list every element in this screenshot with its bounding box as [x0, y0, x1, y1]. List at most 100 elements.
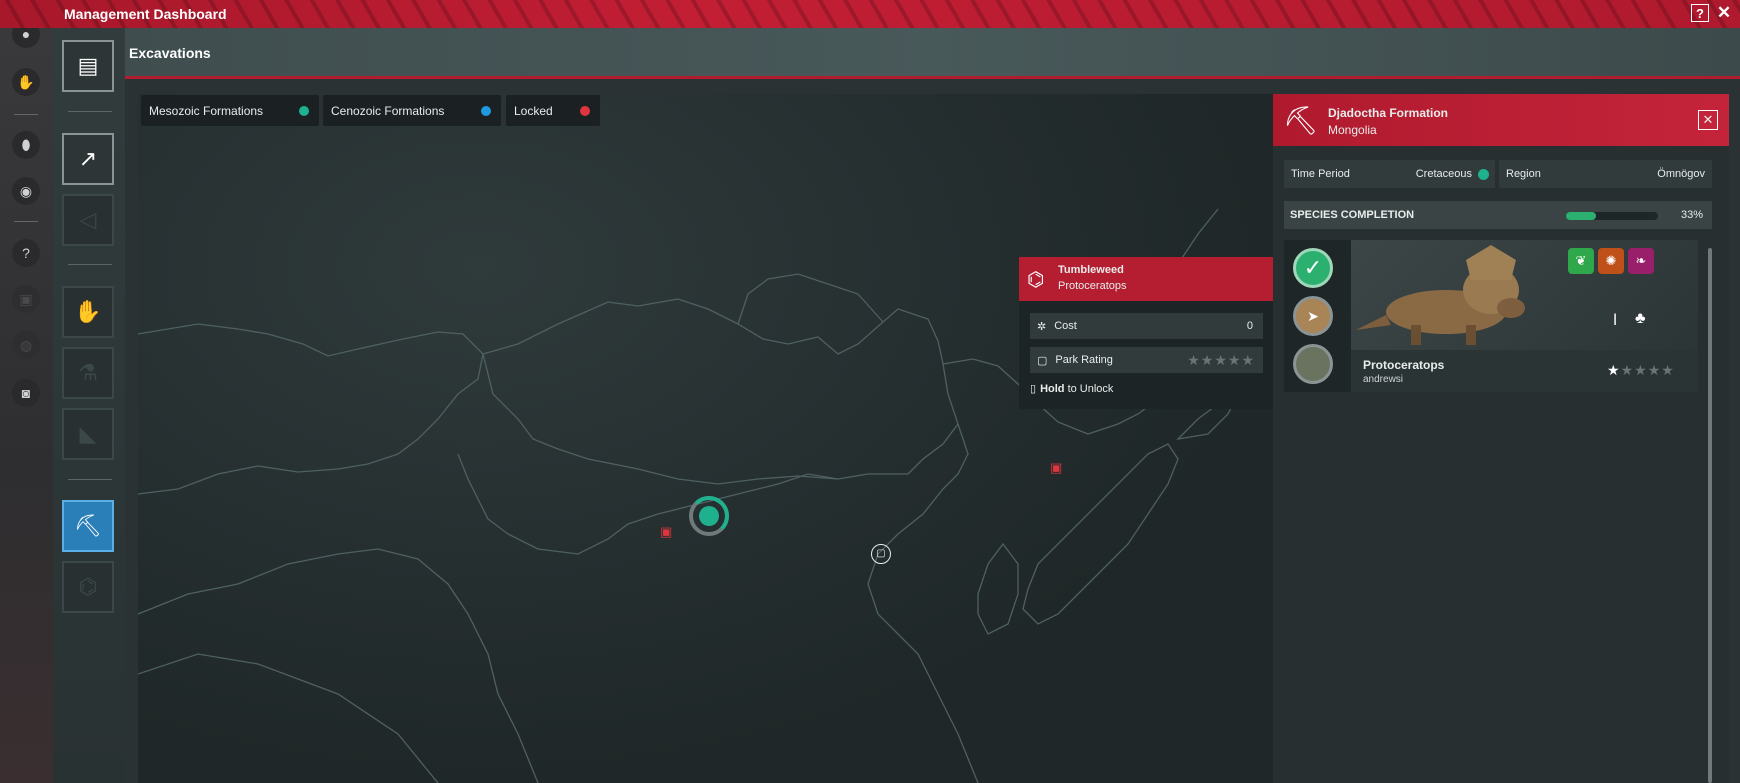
locked-site-icon[interactable]: ▣	[1050, 461, 1062, 475]
footprint-icon: ✋	[74, 299, 102, 324]
header-underline	[125, 76, 1740, 79]
mouse-icon: ▯	[1030, 383, 1037, 395]
footprint-icon[interactable]: ✋	[12, 68, 40, 96]
star-icon: ★	[1607, 362, 1621, 378]
unlock-label: to Unlock	[1064, 383, 1114, 395]
cost-label: Cost	[1054, 320, 1077, 332]
tablet-icon[interactable]: ▣	[12, 285, 40, 313]
star-icon: ★	[1241, 351, 1255, 368]
panel-header: ⛏ Djadoctha Formation Mongolia ✕	[1273, 94, 1729, 146]
tooltip-subtitle: Protoceratops	[1058, 280, 1127, 292]
tab-reports[interactable]: ▤	[62, 40, 114, 92]
leaf-icon: ❧	[1628, 248, 1654, 274]
region-row: Region Ömnögov	[1499, 160, 1712, 188]
progress-fill	[1566, 212, 1597, 220]
lock-icon: ▢	[1037, 354, 1048, 367]
species-rating-stars: ★★★★★	[1607, 362, 1675, 380]
tab-marketing[interactable]: ◁	[62, 194, 114, 246]
park-rating-stars: ★★★★★	[1187, 352, 1255, 369]
tab-genome[interactable]: ⌬	[62, 561, 114, 613]
panel-scrollbar[interactable]	[1708, 248, 1712, 783]
species-completion-label: SPECIES COMPLETION	[1290, 209, 1415, 221]
tab-excavations[interactable]: ⛏	[62, 500, 114, 552]
pickaxe-icon: ⛏	[74, 513, 102, 538]
chart-icon: ↗	[78, 146, 98, 171]
formation-country: Mongolia	[1328, 123, 1377, 137]
star-icon: ★	[1620, 362, 1635, 378]
tab-research[interactable]: ⚗	[62, 347, 114, 399]
time-period-dot	[1478, 168, 1489, 180]
region-value: Ömnögov	[1657, 168, 1705, 180]
species-completion-percent: 33%	[1681, 209, 1704, 221]
bug-icon: ✺	[1598, 248, 1624, 274]
close-panel-button[interactable]: ✕	[1698, 110, 1718, 130]
star-icon: ★	[1634, 362, 1648, 378]
tooltip-header: ⌬ Tumbleweed Protoceratops	[1019, 257, 1273, 301]
species-completion-bar: SPECIES COMPLETION 33%	[1284, 201, 1712, 229]
close-window-button[interactable]: ✕	[1715, 4, 1733, 22]
megaphone-icon: ◁	[79, 207, 97, 232]
hold-to-unlock-hint: ▯ Hold to Unlock	[1030, 382, 1113, 395]
tab-divider	[68, 111, 112, 112]
species-card[interactable]: ✓ ➤ ❦ ✺ ❧ ǀ ♣ Protoceratops andrewsi ★★★…	[1284, 240, 1698, 392]
progress-track	[1566, 212, 1658, 220]
legend-dot	[580, 106, 590, 116]
region-label: Region	[1506, 168, 1541, 180]
dinosaur-image: ❦ ✺ ❧ ǀ ♣	[1351, 240, 1698, 350]
fossil-slot-icon[interactable]	[1293, 344, 1333, 384]
star-icon: ★	[1227, 351, 1242, 368]
tab-statistics[interactable]: ↗	[62, 133, 114, 185]
site-tooltip: ⌬ Tumbleweed Protoceratops ✲ Cost 0 ▢ Pa…	[1019, 257, 1273, 409]
legend-mesozoic[interactable]: Mesozoic Formations	[141, 95, 319, 126]
park-rating-row: ▢ Park Rating ★★★★★	[1030, 347, 1263, 373]
cost-row: ✲ Cost 0	[1030, 313, 1263, 339]
tree-icon: ♣	[1635, 310, 1646, 327]
star-icon: ★	[1214, 351, 1228, 368]
title-bar	[0, 0, 1740, 28]
globe-icon[interactable]: ◍	[12, 331, 40, 359]
legend-label: Locked	[514, 103, 553, 118]
egg-icon[interactable]: ⬮	[12, 131, 40, 159]
star-icon: ★	[1661, 362, 1675, 378]
dna-icon: ⌬	[1027, 269, 1045, 291]
legend-dot	[481, 106, 491, 116]
time-period-label: Time Period	[1291, 168, 1350, 180]
species-name: Protoceratops	[1363, 358, 1445, 372]
help-button[interactable]: ?	[1691, 4, 1709, 22]
park-rating-label: Park Rating	[1055, 354, 1113, 366]
star-icon: ★	[1200, 351, 1215, 368]
camera-icon[interactable]: ◙	[12, 379, 40, 407]
legend-locked[interactable]: Locked	[506, 95, 600, 126]
eye-icon[interactable]: ◉	[12, 177, 40, 205]
tooltip-title: Tumbleweed	[1058, 264, 1124, 276]
header-strip	[125, 28, 1740, 76]
legend-cenozoic[interactable]: Cenozoic Formations	[323, 95, 501, 126]
formation-name: Djadoctha Formation	[1328, 106, 1449, 120]
flask-icon: ⚗	[78, 360, 98, 385]
locked-site-icon[interactable]: ▣	[660, 525, 672, 539]
checkmark-icon[interactable]: ✓	[1293, 248, 1333, 288]
tab-divider	[68, 264, 112, 265]
help-icon[interactable]: ?	[12, 239, 40, 267]
tab-dinosaurs[interactable]: ✋	[62, 286, 114, 338]
rail-divider	[14, 221, 38, 222]
cost-value: 0	[1246, 320, 1253, 332]
species-subname: andrewsi	[1363, 374, 1404, 385]
world-map[interactable]: ▣ ▣ ▢	[138, 94, 1273, 783]
unlock-site-icon[interactable]: ▢	[871, 544, 891, 564]
pickaxe-icon: ⛏	[1283, 105, 1319, 136]
window-title: Management Dashboard	[64, 6, 227, 22]
page-title: Excavations	[129, 45, 211, 61]
document-icon: ▤	[77, 53, 99, 78]
legend-label: Cenozoic Formations	[331, 103, 445, 118]
map-outlines	[138, 208, 1273, 783]
mesozoic-site-dot	[699, 506, 719, 526]
legend-label: Mesozoic Formations	[149, 103, 264, 118]
star-icon: ★	[1187, 351, 1201, 368]
fossil-slot-cursor-icon[interactable]: ➤	[1293, 296, 1333, 336]
time-period-row: Time Period Cretaceous	[1284, 160, 1495, 188]
herbivore-leaf-icon: ❦	[1568, 248, 1594, 274]
tab-divider	[68, 479, 112, 480]
dino-head-icon: ◣	[79, 421, 97, 446]
tab-fossils[interactable]: ◣	[62, 408, 114, 460]
